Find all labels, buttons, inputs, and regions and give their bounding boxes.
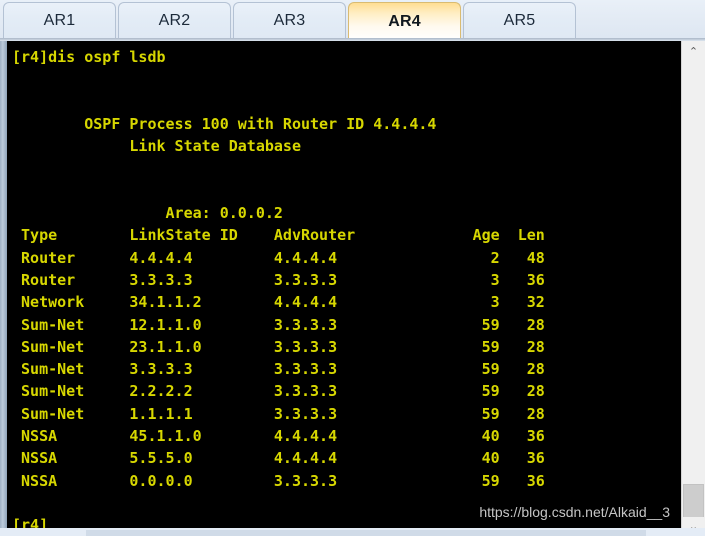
tab-ar3[interactable]: AR3: [233, 2, 346, 38]
emulator-window: AR1 AR2 AR3 AR4 AR5 [r4]dis ospf lsdb OS…: [0, 0, 705, 536]
scrollbar-thumb[interactable]: [683, 484, 704, 520]
tab-label: AR1: [43, 11, 76, 29]
tab-ar2[interactable]: AR2: [118, 2, 231, 38]
tab-ar5[interactable]: AR5: [463, 2, 576, 38]
window-bottom-strip: [0, 528, 705, 536]
tab-label: AR2: [158, 11, 191, 29]
device-tab-bar: AR1 AR2 AR3 AR4 AR5: [0, 0, 705, 41]
window-bottom-accent: [86, 530, 646, 536]
terminal-left-rail: [0, 41, 7, 536]
tab-label: AR3: [273, 11, 306, 29]
tab-label: AR4: [388, 12, 421, 30]
terminal-panel[interactable]: [r4]dis ospf lsdb OSPF Process 100 with …: [0, 41, 705, 536]
tab-label: AR5: [503, 11, 536, 29]
tab-ar1[interactable]: AR1: [3, 2, 116, 38]
watermark-text: https://blog.csdn.net/Alkaid__3: [479, 504, 670, 520]
tab-strip: AR1 AR2 AR3 AR4 AR5: [3, 2, 578, 40]
scroll-up-arrow-icon[interactable]: ⌃: [682, 42, 705, 60]
tab-ar4[interactable]: AR4: [348, 2, 461, 40]
terminal-scrollbar[interactable]: ⌃ ⌄: [681, 41, 705, 536]
terminal-output: [r4]dis ospf lsdb OSPF Process 100 with …: [12, 48, 545, 535]
terminal-screen[interactable]: [r4]dis ospf lsdb OSPF Process 100 with …: [7, 41, 681, 536]
